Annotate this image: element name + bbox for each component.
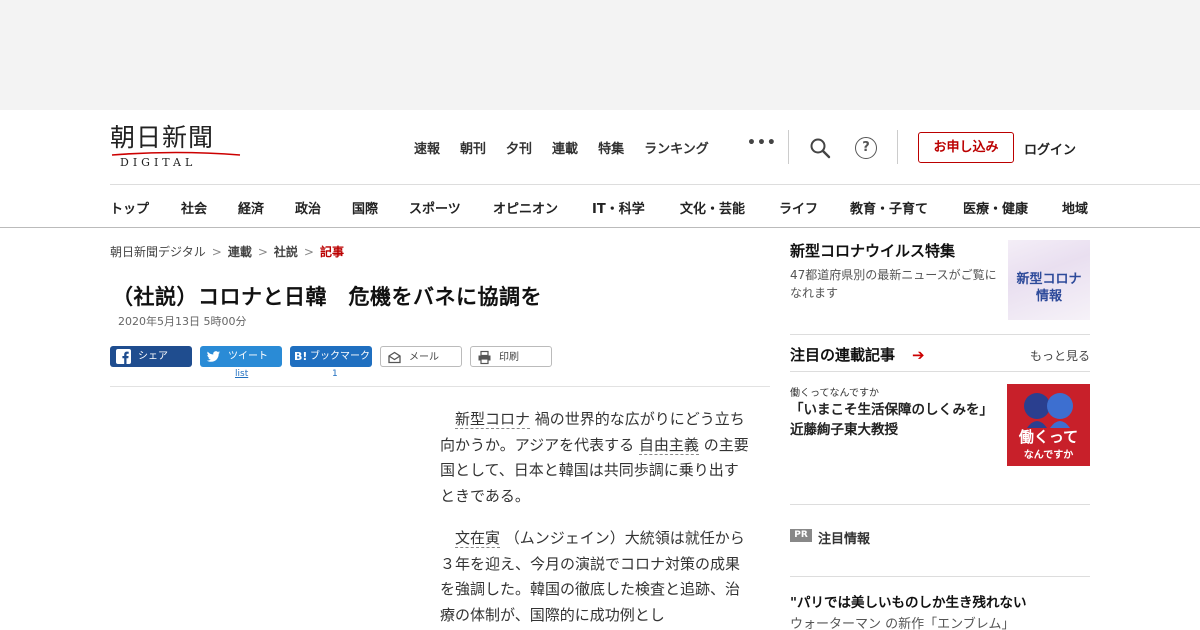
thumbnail-text: 情報 (1035, 289, 1062, 304)
share-buttons: シェア ツイート B! ブックマーク メール 印刷 list 1 (110, 346, 580, 380)
people-illustration-icon (1024, 393, 1073, 428)
divider (897, 130, 898, 164)
category-region[interactable]: 地域 (1062, 198, 1088, 217)
facebook-share-button[interactable]: シェア (110, 346, 192, 367)
pr-article-title[interactable]: "パリでは美しいものしか生き残れない (790, 591, 1027, 611)
serial-article-title[interactable]: 「いまこそ生活保障のしくみを」 近藤絢子東大教授 (790, 400, 1000, 440)
category-opinion[interactable]: オピニオン (493, 198, 558, 217)
pr-article-subtitle: ウォーターマン の新作「エンブレム」 (790, 617, 1015, 630)
mail-share-label: メール (409, 352, 439, 363)
pr-badge: PR (790, 529, 812, 542)
breadcrumb-separator: > (211, 245, 222, 259)
logo-roman: DIGITAL (120, 156, 197, 169)
keyword-link[interactable]: 新型コロナ (455, 410, 531, 429)
category-sports[interactable]: スポーツ (409, 198, 461, 217)
category-economy[interactable]: 経済 (238, 198, 264, 217)
mail-share-button[interactable]: メール (380, 346, 462, 367)
help-icon[interactable]: ? (855, 137, 877, 159)
article-headline: （社説）コロナと日韓 危機をバネに協調を (112, 285, 542, 309)
arrow-right-icon: ➔ (912, 346, 925, 364)
site-logo[interactable]: 朝日新聞 DIGITAL (110, 124, 242, 170)
serial-thumbnail[interactable]: 働くって なんですか (1007, 384, 1090, 466)
breadcrumb-separator: > (257, 245, 268, 259)
category-culture[interactable]: 文化・芸能 (680, 198, 745, 217)
article-paragraph: 新型コロナ 禍の世界的な広がりにどう立ち向かうか。アジアを代表する 自由主義 の… (440, 407, 750, 509)
hatena-bookmark-icon: B! (294, 350, 308, 363)
pr-section-title: 注目情報 (818, 532, 871, 547)
article-body: 新型コロナ 禍の世界的な広がりにどう立ち向かうか。アジアを代表する 自由主義 の… (440, 407, 750, 630)
topnav-item-rensai[interactable]: 連載 (552, 138, 578, 157)
category-world[interactable]: 国際 (352, 198, 378, 217)
printer-icon (478, 350, 491, 365)
top-navigation: 速報 朝刊 夕刊 連載 特集 ランキング (414, 138, 729, 157)
category-society[interactable]: 社会 (181, 198, 207, 217)
thumbnail-text: 働くって (1018, 428, 1079, 446)
topnav-item-choukan[interactable]: 朝刊 (460, 138, 486, 157)
divider (790, 576, 1090, 577)
topnav-item-sokuho[interactable]: 速報 (414, 138, 440, 157)
ad-banner-area (0, 0, 1200, 110)
feature-description: 47都道府県別の最新ニュースがご覧になれます (790, 268, 997, 300)
category-health[interactable]: 医療・健康 (963, 198, 1028, 217)
facebook-icon (116, 349, 131, 364)
topnav-item-ranking[interactable]: ランキング (644, 138, 709, 157)
category-education[interactable]: 教育・子育て (850, 198, 928, 217)
category-top[interactable]: トップ (110, 198, 149, 217)
see-more-link[interactable]: もっと見る (1030, 347, 1090, 364)
serial-section-header: 注目の連載記事 ➔ もっと見る (790, 344, 1090, 366)
breadcrumb-current: 記事 (319, 245, 344, 259)
masthead: 朝日新聞 DIGITAL 速報 朝刊 夕刊 連載 特集 ランキング ••• ? … (0, 110, 1200, 185)
breadcrumb-rensai[interactable]: 連載 (228, 245, 252, 259)
hatena-bookmark-button[interactable]: B! ブックマーク (290, 346, 372, 367)
serial-kicker: 働くってなんですか (790, 388, 879, 399)
hatena-bookmark-label: ブックマーク (310, 351, 370, 362)
twitter-bird-icon (206, 351, 220, 362)
subscribe-button[interactable]: お申し込み (918, 132, 1014, 163)
twitter-share-button[interactable]: ツイート (200, 346, 282, 367)
breadcrumb-separator: > (303, 245, 314, 259)
facebook-share-label: シェア (138, 351, 168, 362)
category-politics[interactable]: 政治 (295, 198, 321, 217)
keyword-link[interactable]: 自由主義 (638, 435, 699, 455)
breadcrumb-home[interactable]: 朝日新聞デジタル (110, 245, 206, 259)
divider (788, 130, 789, 164)
hatena-count[interactable]: 1 (332, 369, 338, 379)
divider (790, 371, 1090, 372)
breadcrumb: 朝日新聞デジタル > 連載 > 社説 > 記事 (110, 243, 344, 260)
divider (0, 227, 1200, 228)
thumbnail-text: なんですか (1023, 450, 1074, 461)
serial-article-card[interactable]: 働くってなんですか 「いまこそ生活保障のしくみを」 近藤絢子東大教授 働くって … (790, 384, 1090, 466)
print-label: 印刷 (499, 352, 519, 363)
article-date: 2020年5月13日 5時00分 (118, 315, 247, 328)
topnav-item-tokushu[interactable]: 特集 (598, 138, 624, 157)
twitter-share-label: ツイート (228, 351, 268, 362)
logo-kanji: 朝日新聞 (110, 123, 215, 152)
topnav-item-yukan[interactable]: 夕刊 (506, 138, 532, 157)
corona-feature-card[interactable]: 新型コロナウイルス特集 47都道府県別の最新ニュースがご覧になれます 新型コロナ… (790, 240, 1090, 320)
more-menu-icon[interactable]: ••• (747, 135, 777, 151)
divider (790, 334, 1090, 335)
breadcrumb-shasetsu[interactable]: 社説 (274, 245, 298, 259)
divider (110, 386, 770, 387)
twitter-count[interactable]: list (235, 369, 248, 379)
feature-thumbnail[interactable]: 新型コロナ 情報 (1008, 240, 1090, 320)
feature-title[interactable]: 新型コロナウイルス特集 (790, 240, 955, 261)
category-navigation: トップ 社会 経済 政治 国際 スポーツ オピニオン IT・科学 文化・芸能 ラ… (110, 184, 1200, 228)
category-life[interactable]: ライフ (779, 198, 818, 217)
keyword-link[interactable]: 文在寅 (455, 529, 501, 548)
print-button[interactable]: 印刷 (470, 346, 552, 367)
divider (790, 504, 1090, 505)
login-link[interactable]: ログイン (1024, 139, 1076, 158)
serial-section-title: 注目の連載記事 (790, 346, 896, 364)
category-it-science[interactable]: IT・科学 (592, 198, 645, 217)
mail-icon (388, 351, 401, 364)
search-icon[interactable] (808, 136, 832, 160)
article-paragraph: 文在寅 （ムンジェイン）大統領は就任から３年を迎え、今月の演説でコロナ対策の成果… (440, 526, 750, 628)
